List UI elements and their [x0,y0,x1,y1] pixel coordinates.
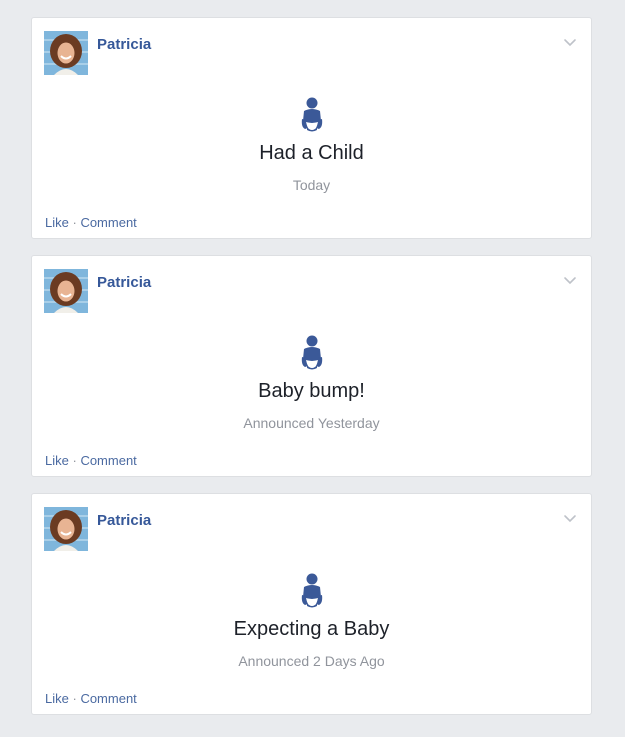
comment-link[interactable]: Comment [80,215,136,230]
comment-link[interactable]: Comment [80,453,136,468]
news-feed: Patricia Had a Child Today Like · Commen… [0,0,625,737]
baby-icon [300,97,324,133]
baby-icon [300,335,324,371]
event-title: Baby bump! [258,380,365,402]
event-date: Announced Yesterday [243,415,380,431]
post-actions: Like · Comment [45,691,137,706]
like-link[interactable]: Like [45,215,69,230]
chevron-down-icon[interactable] [563,273,577,285]
post-actions: Like · Comment [45,215,137,230]
like-link[interactable]: Like [45,453,69,468]
author-name[interactable]: Patricia [97,274,151,291]
chevron-down-icon[interactable] [563,511,577,523]
author-name[interactable]: Patricia [97,36,151,53]
event-date: Announced 2 Days Ago [238,653,385,669]
post-actions: Like · Comment [45,453,137,468]
like-link[interactable]: Like [45,691,69,706]
baby-icon [300,573,324,609]
event-title: Expecting a Baby [233,618,390,640]
event-title: Had a Child [259,142,364,164]
life-event-post: Patricia Had a Child Today Like · Commen… [31,17,592,239]
avatar[interactable] [44,269,88,313]
life-event-post: Patricia Expecting a Baby Announced 2 Da… [31,493,592,715]
comment-link[interactable]: Comment [80,691,136,706]
author-name[interactable]: Patricia [97,512,151,529]
avatar[interactable] [44,31,88,75]
avatar[interactable] [44,507,88,551]
life-event-post: Patricia Baby bump! Announced Yesterday … [31,255,592,477]
chevron-down-icon[interactable] [563,35,577,47]
event-date: Today [292,177,331,193]
